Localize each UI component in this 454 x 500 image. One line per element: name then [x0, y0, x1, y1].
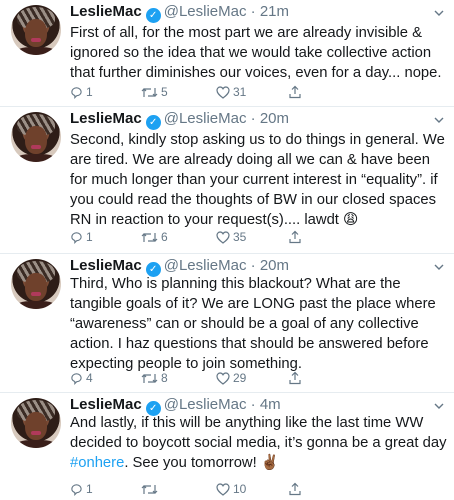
- retweet-icon: [141, 88, 158, 97]
- tweet[interactable]: LeslieMac ✓ @LeslieMac · 20m Third, Who is…: [0, 254, 454, 392]
- chevron-down-icon[interactable]: [434, 262, 444, 272]
- retweet-count: 5: [161, 85, 168, 99]
- tweet-header: LeslieMac ✓ @LeslieMac · 20m: [70, 109, 289, 130]
- user-handle[interactable]: @LeslieMac: [164, 396, 247, 413]
- hashtag-link[interactable]: #onhere: [70, 455, 124, 471]
- reply-icon: [71, 484, 82, 496]
- tweet[interactable]: LeslieMac ✓ @LeslieMac · 21m First of all,…: [0, 0, 454, 106]
- like-button[interactable]: 31: [216, 84, 246, 100]
- retweet-button[interactable]: [141, 481, 161, 497]
- heart-icon: [216, 483, 230, 496]
- separator: ·: [250, 110, 256, 127]
- reply-count: 1: [86, 230, 93, 244]
- tweet[interactable]: LeslieMac ✓ @LeslieMac · 20m Second, kindl…: [0, 107, 454, 253]
- display-name[interactable]: LeslieMac: [70, 396, 142, 413]
- heart-icon: [216, 231, 230, 244]
- retweet-count: 8: [161, 371, 168, 385]
- tweet-header: LeslieMac ✓ @LeslieMac · 20m: [70, 256, 289, 277]
- reply-button[interactable]: 1: [70, 481, 93, 497]
- tweet-text: Third, Who is planning this blackout? Wh…: [70, 276, 436, 372]
- like-button[interactable]: 10: [216, 481, 246, 497]
- like-count: 35: [233, 230, 247, 244]
- share-button[interactable]: [288, 481, 305, 497]
- reply-button[interactable]: 1: [70, 229, 93, 245]
- avatar[interactable]: [11, 112, 61, 162]
- retweet-icon: [141, 485, 158, 494]
- user-handle[interactable]: @LeslieMac: [164, 3, 247, 20]
- chevron-down-icon[interactable]: [434, 401, 444, 411]
- display-name[interactable]: LeslieMac: [70, 257, 142, 274]
- retweet-icon: [141, 374, 158, 383]
- timestamp[interactable]: 20m: [260, 110, 289, 127]
- user-handle[interactable]: @LeslieMac: [164, 257, 247, 274]
- share-button[interactable]: [288, 84, 305, 100]
- share-icon: [289, 482, 301, 496]
- verified-badge-icon: ✓: [145, 8, 161, 23]
- share-icon: [289, 230, 301, 244]
- tweet-text: Second, kindly stop asking us to do thin…: [70, 132, 445, 228]
- tweet-text-part: . See you tomorrow! ✌🏾: [124, 455, 280, 471]
- reply-icon: [71, 232, 82, 244]
- reply-count: 1: [86, 482, 93, 496]
- tweet-text: First of all, for the most part we are a…: [70, 25, 442, 81]
- timestamp[interactable]: 4m: [260, 396, 281, 413]
- timestamp[interactable]: 21m: [260, 3, 289, 20]
- reply-count: 4: [86, 371, 93, 385]
- user-handle[interactable]: @LeslieMac: [164, 110, 247, 127]
- chevron-down-icon[interactable]: [434, 8, 444, 18]
- heart-icon: [216, 372, 230, 385]
- reply-icon: [71, 87, 82, 99]
- tweet-text-part: And lastly, if this will be anything lik…: [70, 415, 447, 451]
- reply-button[interactable]: 4: [70, 370, 93, 386]
- tweet-header: LeslieMac ✓ @LeslieMac · 21m: [70, 2, 289, 23]
- share-icon: [289, 371, 301, 385]
- retweet-icon: [141, 233, 158, 242]
- retweet-button[interactable]: 6: [141, 229, 168, 245]
- retweet-button[interactable]: 5: [141, 84, 168, 100]
- reply-icon: [71, 373, 82, 385]
- reply-button[interactable]: 1: [70, 84, 93, 100]
- avatar[interactable]: [11, 398, 61, 448]
- like-button[interactable]: 29: [216, 370, 246, 386]
- avatar[interactable]: [11, 5, 61, 55]
- reply-count: 1: [86, 85, 93, 99]
- retweet-count: 6: [161, 230, 168, 244]
- display-name[interactable]: LeslieMac: [70, 3, 142, 20]
- heart-icon: [216, 86, 230, 99]
- separator: ·: [250, 3, 256, 20]
- tweet[interactable]: LeslieMac ✓ @LeslieMac · 4m And lastly, if…: [0, 393, 454, 500]
- share-button[interactable]: [288, 229, 305, 245]
- tweet-header: LeslieMac ✓ @LeslieMac · 4m: [70, 395, 281, 416]
- display-name[interactable]: LeslieMac: [70, 110, 142, 127]
- avatar[interactable]: [11, 259, 61, 309]
- like-button[interactable]: 35: [216, 229, 246, 245]
- like-count: 10: [233, 482, 247, 496]
- share-button[interactable]: [288, 370, 305, 386]
- like-count: 31: [233, 85, 247, 99]
- share-icon: [289, 85, 301, 99]
- separator: ·: [250, 396, 256, 413]
- tweet-text: And lastly, if this will be anything lik…: [70, 413, 450, 473]
- verified-badge-icon: ✓: [145, 115, 161, 130]
- timestamp[interactable]: 20m: [260, 257, 289, 274]
- retweet-button[interactable]: 8: [141, 370, 168, 386]
- separator: ·: [250, 257, 256, 274]
- like-count: 29: [233, 371, 247, 385]
- chevron-down-icon[interactable]: [434, 115, 444, 125]
